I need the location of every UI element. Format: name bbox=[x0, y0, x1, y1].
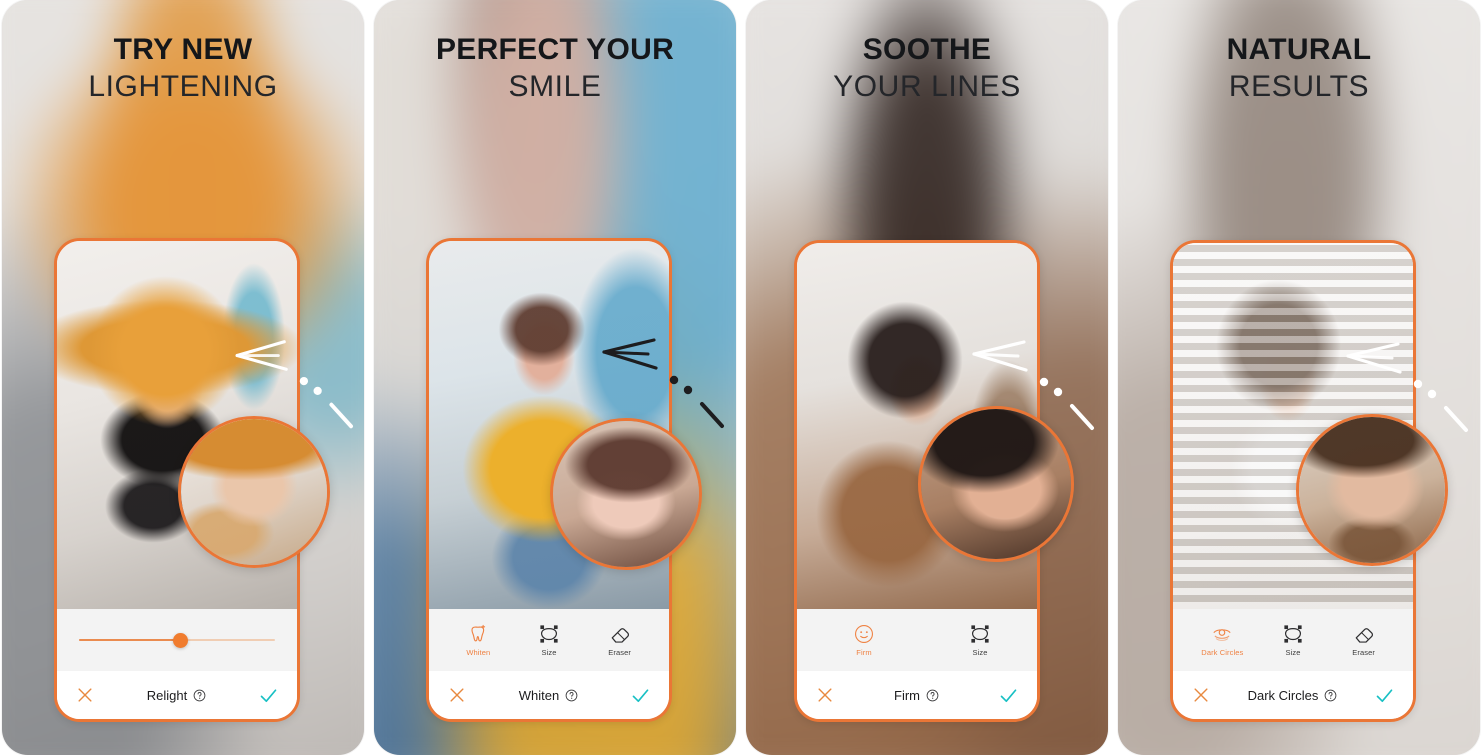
tool-firm[interactable]: Firm bbox=[835, 623, 893, 657]
relight-slider[interactable] bbox=[57, 609, 297, 671]
done-icon[interactable] bbox=[1374, 685, 1395, 706]
app-store-screenshot-gallery: TRY NEW LIGHTENING Relight PERFECT YOUR … bbox=[0, 0, 1482, 755]
eye-icon bbox=[1213, 629, 1231, 641]
help-icon[interactable] bbox=[926, 689, 939, 702]
done-icon[interactable] bbox=[258, 685, 279, 706]
editor-action-bar: Relight bbox=[57, 671, 297, 719]
size-icon bbox=[1284, 625, 1302, 643]
slider-thumb[interactable] bbox=[173, 632, 189, 648]
feature-name-group: Whiten bbox=[467, 688, 630, 703]
editor-action-bar: Dark Circles bbox=[1173, 671, 1413, 719]
zoom-preview-bubble bbox=[918, 406, 1074, 562]
face-icon bbox=[855, 625, 873, 643]
close-icon[interactable] bbox=[447, 685, 467, 705]
close-icon[interactable] bbox=[815, 685, 835, 705]
tool-strip: Firm Size bbox=[797, 609, 1037, 671]
help-icon[interactable] bbox=[193, 689, 206, 702]
tool-label: Whiten bbox=[466, 648, 491, 657]
tooth-icon bbox=[471, 624, 486, 642]
slider-fill bbox=[79, 639, 181, 641]
editor-controls: Dark Circles Size Eraser Dark Circles bbox=[1173, 609, 1413, 719]
tool-strip: Whiten Size Eraser bbox=[429, 609, 669, 671]
tool-label: Size bbox=[1285, 648, 1301, 657]
feature-name-group: Firm bbox=[835, 688, 998, 703]
editor-controls: Firm Size Firm bbox=[797, 609, 1037, 719]
editor-action-bar: Whiten bbox=[429, 671, 669, 719]
tool-size[interactable]: Size bbox=[520, 623, 578, 657]
close-icon[interactable] bbox=[75, 685, 95, 705]
tool-eraser[interactable]: Eraser bbox=[591, 623, 649, 657]
editor-controls: Relight bbox=[57, 609, 297, 719]
done-icon[interactable] bbox=[630, 685, 651, 706]
feature-name-group: Relight bbox=[95, 688, 258, 703]
done-icon[interactable] bbox=[998, 685, 1019, 706]
close-icon[interactable] bbox=[1191, 685, 1211, 705]
screenshot-panel-relight: TRY NEW LIGHTENING Relight bbox=[2, 0, 364, 755]
tool-size[interactable]: Size bbox=[1264, 623, 1322, 657]
feature-name: Dark Circles bbox=[1247, 687, 1319, 703]
editor-controls: Whiten Size Eraser Whiten bbox=[429, 609, 669, 719]
size-icon bbox=[540, 625, 558, 643]
zoom-preview-bubble bbox=[178, 416, 330, 568]
tool-size[interactable]: Size bbox=[951, 623, 1009, 657]
feature-name: Whiten bbox=[518, 687, 560, 703]
screenshot-panel-firm: SOOTHE YOUR LINES Firm Size Firm bbox=[746, 0, 1108, 755]
feature-name: Firm bbox=[894, 687, 920, 703]
editor-action-bar: Firm bbox=[797, 671, 1037, 719]
feature-name: Relight bbox=[146, 687, 188, 703]
screenshot-panel-whiten: PERFECT YOUR SMILE Whiten Size Eraser Wh… bbox=[374, 0, 736, 755]
slider-track[interactable] bbox=[79, 632, 275, 648]
tool-label: Dark Circles bbox=[1201, 648, 1244, 657]
tool-eraser[interactable]: Eraser bbox=[1335, 623, 1393, 657]
tool-label: Firm bbox=[856, 648, 872, 657]
tool-label: Eraser bbox=[1352, 648, 1375, 657]
tool-label: Size bbox=[972, 648, 988, 657]
tool-label: Eraser bbox=[608, 648, 631, 657]
help-icon[interactable] bbox=[565, 689, 578, 702]
tool-dark-circles[interactable]: Dark Circles bbox=[1193, 623, 1251, 657]
feature-name-group: Dark Circles bbox=[1211, 688, 1374, 703]
zoom-preview-bubble bbox=[1296, 414, 1448, 566]
eraser-icon bbox=[611, 628, 629, 643]
screenshot-panel-dark-circles: NATURAL RESULTS Dark Circles Size Eraser… bbox=[1118, 0, 1480, 755]
tool-strip: Dark Circles Size Eraser bbox=[1173, 609, 1413, 671]
eraser-icon bbox=[1355, 628, 1373, 643]
tool-label: Size bbox=[541, 648, 557, 657]
size-icon bbox=[971, 625, 989, 643]
tool-whiten[interactable]: Whiten bbox=[449, 623, 507, 657]
zoom-preview-bubble bbox=[550, 418, 702, 570]
help-icon[interactable] bbox=[1324, 689, 1337, 702]
